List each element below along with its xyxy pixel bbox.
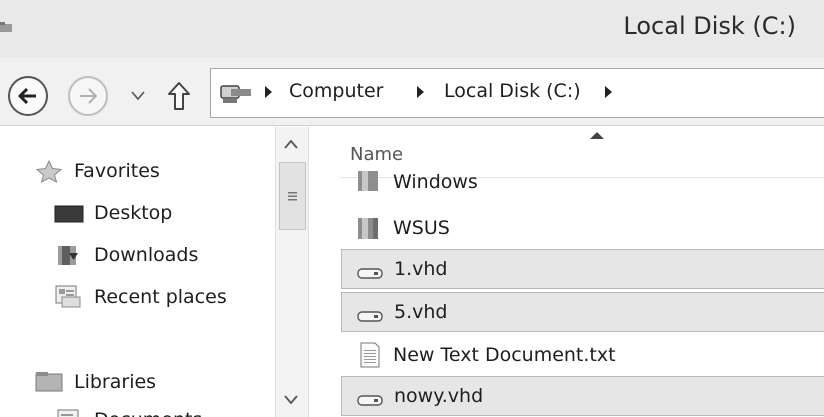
up-arrow-icon	[168, 82, 190, 110]
libraries-icon	[35, 372, 63, 392]
file-row-1-vhd[interactable]: 1.vhd	[341, 249, 824, 289]
file-name: nowy.vhd	[394, 385, 484, 407]
file-name: New Text Document.txt	[393, 344, 616, 366]
file-name: WSUS	[393, 217, 450, 239]
window-title: Local Disk (C:)	[623, 12, 796, 40]
sort-ascending-icon	[590, 132, 604, 139]
forward-button[interactable]	[68, 76, 108, 116]
file-name: Windows	[393, 171, 478, 193]
virtual-disk-icon	[357, 395, 383, 406]
documents-icon	[57, 409, 79, 417]
recent-locations-dropdown[interactable]	[130, 88, 146, 104]
nav-item-label: Recent places	[94, 286, 227, 308]
forward-arrow-icon	[80, 88, 97, 104]
breadcrumb-separator[interactable]	[605, 86, 612, 98]
column-header-name[interactable]: Name	[350, 144, 403, 165]
desktop-icon	[54, 205, 84, 223]
file-row-wsus[interactable]: WSUS	[341, 208, 824, 248]
back-arrow-icon	[18, 87, 36, 105]
star-icon	[35, 159, 63, 183]
file-row-new-text-document[interactable]: New Text Document.txt	[341, 335, 824, 375]
file-name: 1.vhd	[394, 258, 448, 280]
back-button[interactable]	[8, 76, 48, 116]
nav-item-label: Desktop	[94, 202, 173, 224]
breadcrumb-separator[interactable]	[417, 86, 424, 98]
nav-item-downloads[interactable]: Downloads	[54, 239, 198, 271]
folder-icon	[358, 218, 378, 239]
chevron-down-icon	[284, 395, 298, 405]
scroll-down-button[interactable]	[280, 386, 302, 412]
file-name: 5.vhd	[394, 301, 448, 323]
file-row-nowy-vhd[interactable]: nowy.vhd	[341, 376, 824, 416]
recent-places-icon	[55, 285, 81, 308]
breadcrumb-separator[interactable]	[265, 86, 272, 98]
nav-item-favorites[interactable]: Favorites	[34, 155, 160, 187]
nav-item-label: Documents	[94, 409, 202, 417]
grip-icon	[288, 192, 297, 201]
virtual-disk-icon	[357, 311, 383, 322]
file-row-5-vhd[interactable]: 5.vhd	[341, 292, 824, 332]
folder-icon	[358, 171, 378, 191]
breadcrumb-computer[interactable]: Computer	[289, 80, 383, 102]
window-icon	[0, 22, 12, 32]
nav-item-documents[interactable]: Documents	[54, 404, 202, 417]
nav-item-recent-places[interactable]: Recent places	[54, 281, 227, 313]
virtual-disk-icon	[357, 268, 383, 279]
file-row-windows[interactable]: Windows	[341, 167, 824, 193]
up-button[interactable]	[166, 80, 192, 112]
nav-item-libraries[interactable]: Libraries	[34, 366, 156, 398]
downloads-icon	[58, 246, 78, 265]
text-file-icon	[360, 342, 380, 368]
nav-item-desktop[interactable]: Desktop	[54, 197, 172, 229]
chevron-up-icon	[284, 139, 298, 149]
breadcrumb-local-disk[interactable]: Local Disk (C:)	[444, 80, 581, 102]
scroll-thumb[interactable]	[279, 162, 306, 230]
nav-item-label: Favorites	[74, 160, 160, 182]
scroll-up-button[interactable]	[280, 132, 302, 158]
computer-icon	[220, 85, 251, 103]
nav-item-label: Downloads	[94, 244, 199, 266]
nav-item-label: Libraries	[74, 371, 157, 393]
